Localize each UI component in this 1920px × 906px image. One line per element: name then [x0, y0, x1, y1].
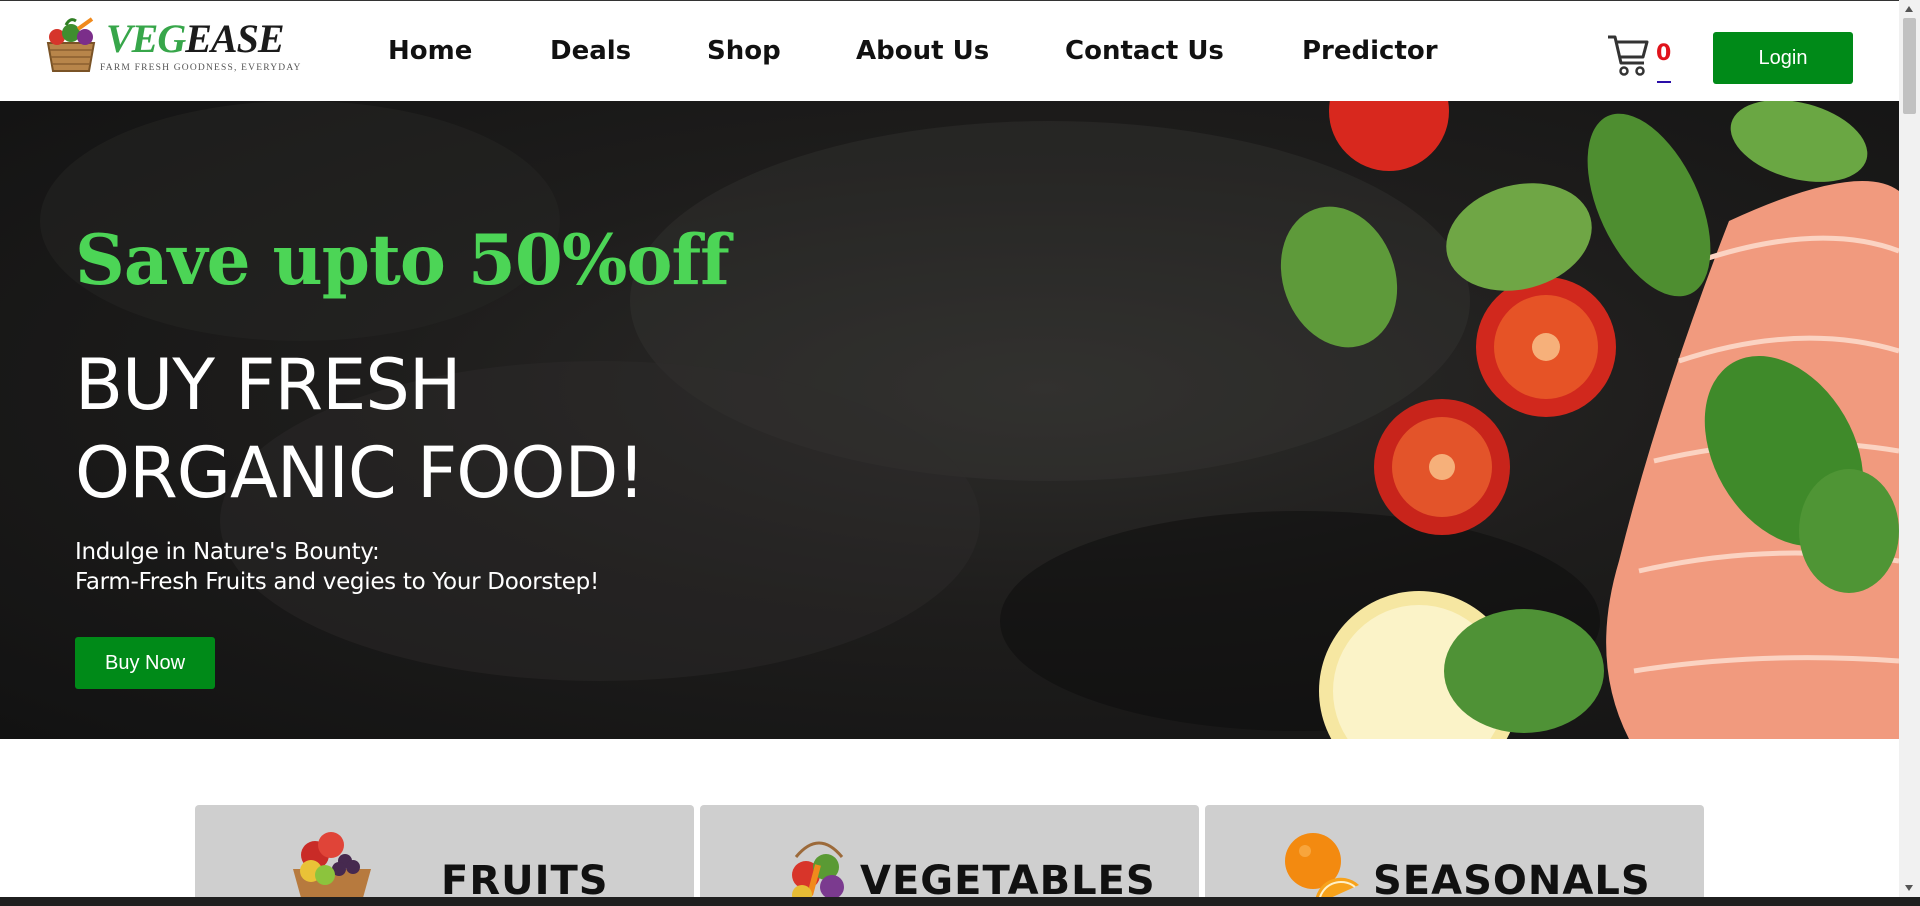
cart-count-badge: 0 [1656, 41, 1672, 66]
brand-name: VEGEASE [106, 16, 285, 61]
cart-underline [1657, 81, 1671, 83]
fruit-basket-icon [293, 832, 371, 897]
login-button[interactable]: Login [1713, 32, 1853, 84]
category-card-seasonals[interactable]: SEASONALS [1205, 805, 1704, 897]
hero-headline: BUY FRESH ORGANIC FOOD! [75, 341, 645, 517]
brand-logo[interactable]: VEGEASE FARM FRESH GOODNESS, EVERYDAY [42, 13, 300, 77]
hero-subtext: Indulge in Nature's Bounty: Farm-Fresh F… [75, 537, 599, 597]
hero-headline-line2: ORGANIC FOOD! [75, 432, 645, 514]
window-bottom-edge [0, 897, 1920, 906]
brand-name-part1: VEG [106, 16, 186, 61]
hero-banner: Save upto 50%off BUY FRESH ORGANIC FOOD!… [0, 101, 1899, 739]
category-section: FRUITS VEGETABLES SEASONALS [0, 739, 1899, 897]
hero-headline-line1: BUY FRESH [75, 344, 461, 426]
nav-about-us[interactable]: About Us [856, 35, 989, 67]
nav-contact-us[interactable]: Contact Us [1065, 35, 1224, 67]
nav-deals[interactable]: Deals [550, 35, 631, 67]
scroll-thumb[interactable] [1903, 18, 1916, 114]
buy-now-button[interactable]: Buy Now [75, 637, 215, 689]
category-card-vegetables[interactable]: VEGETABLES [700, 805, 1199, 897]
nav-predictor[interactable]: Predictor [1302, 35, 1438, 67]
nav-shop[interactable]: Shop [707, 35, 781, 67]
hero-subtext-line2: Farm-Fresh Fruits and vegies to Your Doo… [75, 569, 599, 595]
vegetable-basket-logo-icon [46, 17, 96, 72]
page-scrollbar[interactable] [1899, 0, 1920, 897]
tomatoes-basil-salmon-lemon-image [1280, 101, 1899, 739]
category-label-seasonals: SEASONALS [1373, 858, 1651, 897]
hero-subtext-line1: Indulge in Nature's Bounty: [75, 539, 380, 565]
brand-tagline: FARM FRESH GOODNESS, EVERYDAY [100, 63, 302, 73]
category-label-vegetables: VEGETABLES [860, 858, 1156, 897]
category-card-fruits[interactable]: FRUITS [195, 805, 694, 897]
vegetable-bag-icon [792, 841, 844, 897]
orange-icon [1285, 833, 1359, 897]
cart-icon[interactable] [1606, 31, 1650, 77]
promo-text: Save upto 50%off [75, 220, 730, 301]
scroll-down-arrow-icon[interactable] [1905, 885, 1913, 891]
site-header: VEGEASE FARM FRESH GOODNESS, EVERYDAY Ho… [0, 0, 1899, 101]
scroll-up-arrow-icon[interactable] [1905, 6, 1913, 12]
category-label-fruits: FRUITS [441, 858, 609, 897]
brand-name-part2: EASE [185, 16, 284, 61]
nav-home[interactable]: Home [388, 35, 472, 67]
